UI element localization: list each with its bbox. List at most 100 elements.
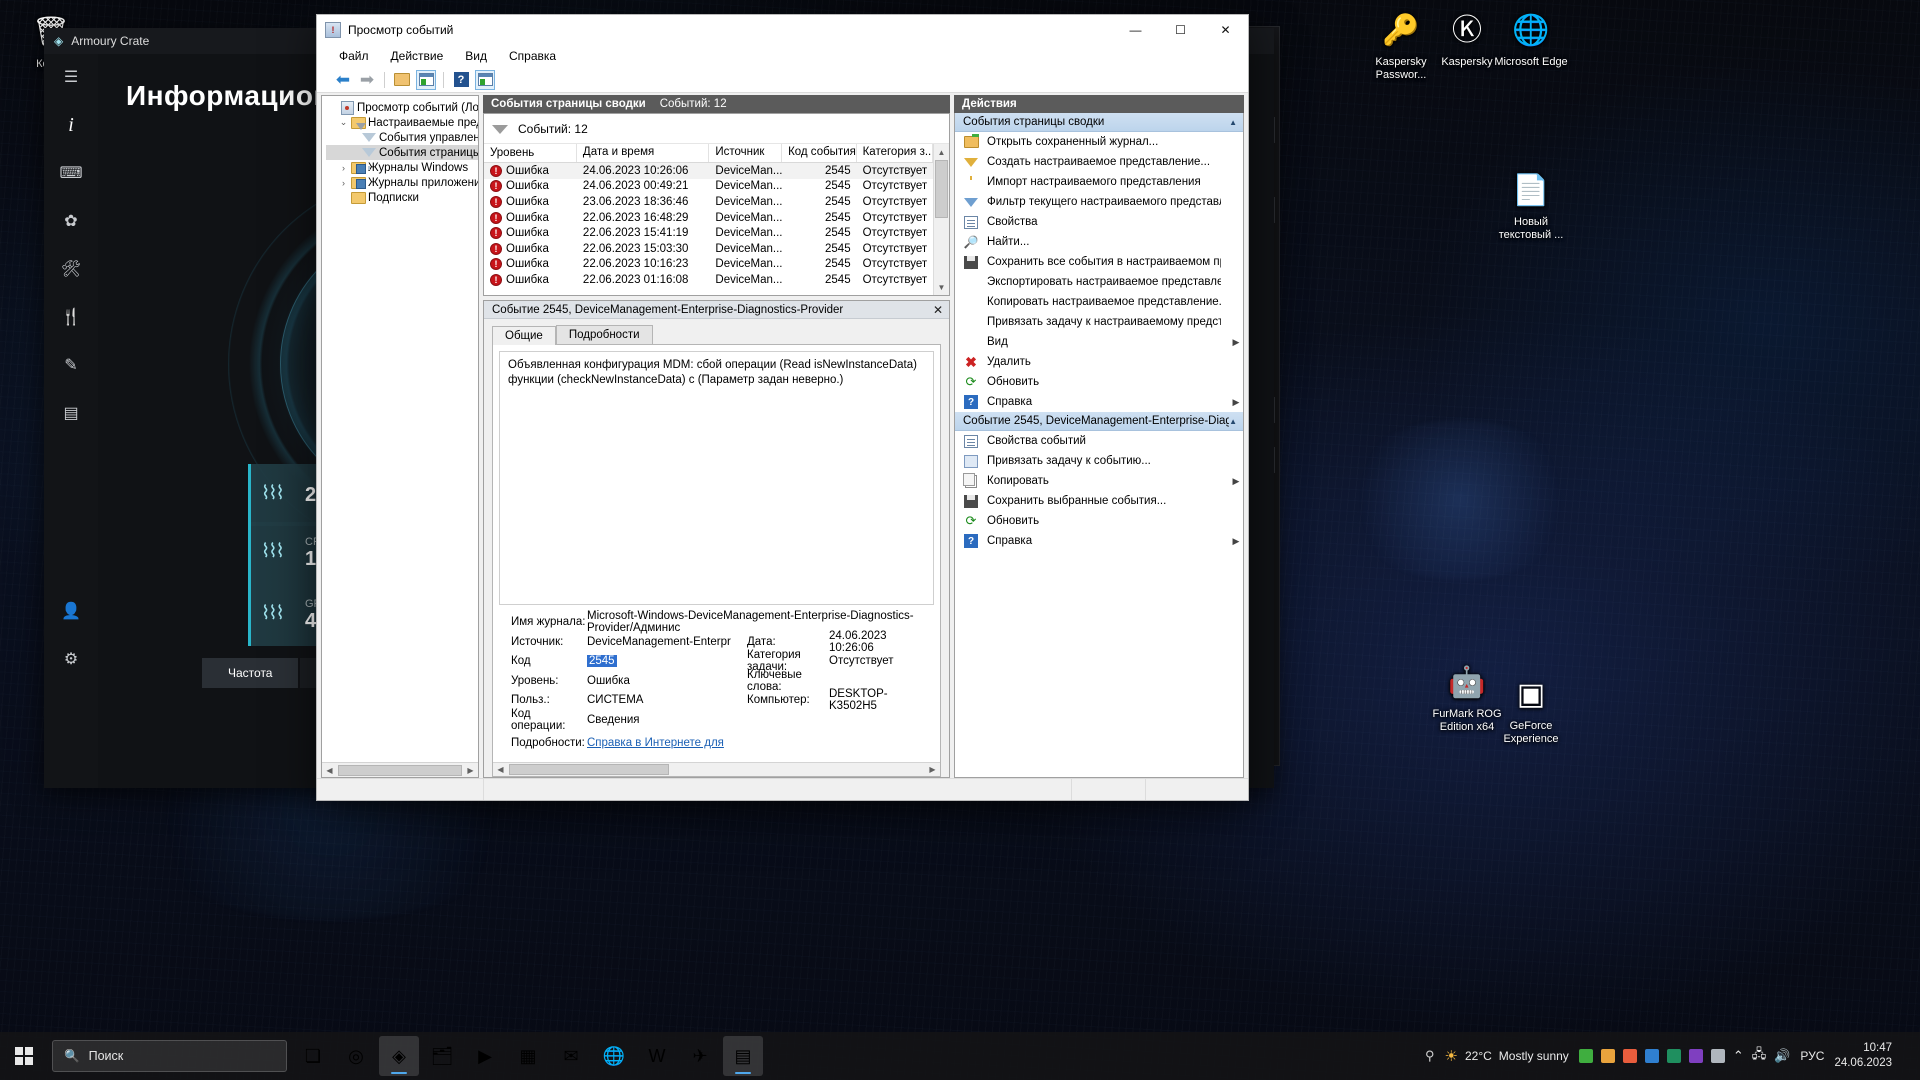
table-row[interactable]: ! Ошибка 22.06.2023 16:48:29 DeviceMan... 25… [484,210,933,226]
action-item-1-2[interactable]: Копировать ▶ [955,471,1243,491]
submenu-arrow-icon[interactable]: ▶ [1229,536,1243,547]
action-item-0-4[interactable]: Свойства [955,212,1243,232]
table-row[interactable]: ! Ошибка 22.06.2023 15:41:19 DeviceMan... 25… [484,225,933,241]
tree-node-5[interactable]: › Журналы приложений и сл [326,175,478,190]
desktop-icon-new-text-document[interactable]: 📄 Новый текстовый ... [1488,168,1574,242]
action-item-0-8[interactable]: Копировать настраиваемое представление..… [955,292,1243,312]
close-icon[interactable]: ✕ [933,303,943,317]
maximize-button[interactable]: ☐ [1158,15,1203,45]
event-grid[interactable]: Уровень Дата и время Источник Код событи… [484,144,949,295]
tab-frequency[interactable]: Частота [202,658,299,688]
brush-icon[interactable]: ✎ [56,352,86,378]
submenu-arrow-icon[interactable]: ▶ [1229,337,1243,348]
k2-icon[interactable] [1688,1049,1703,1063]
chevron-right-icon[interactable]: › [337,163,350,173]
table-row[interactable]: ! Ошибка 24.06.2023 00:49:21 DeviceMan... 25… [484,179,933,195]
action-item-1-1[interactable]: Привязать задачу к событию... [955,451,1243,471]
column-header-datetime[interactable]: Дата и время [577,144,710,162]
taskbar-app-buttons[interactable]: ❏ ◎ ◈ 🗂 ▶ ▦ ✉ 🌐 W ✈ ▤ [293,1036,763,1076]
action-item-0-13[interactable]: ? Справка ▶ [955,392,1243,412]
tree-node-0[interactable]: Просмотр событий (Локальн [326,100,478,115]
gear-icon[interactable]: ⚙ [56,646,86,672]
scroll-right-arrow-icon[interactable]: ▶ [463,766,478,775]
console-tree-pane[interactable]: Просмотр событий (Локальн ⌄ Настраиваемые … [321,95,479,778]
network-icon[interactable]: 🖧 [1752,1045,1767,1067]
tab-general[interactable]: Общие [492,326,556,345]
column-header-source[interactable]: Источник [709,144,783,162]
help-icon[interactable]: ? [451,70,471,90]
tree-node-1[interactable]: ⌄ Настраиваемые представле [326,115,478,130]
start-button[interactable] [0,1047,48,1065]
action-item-0-1[interactable]: Создать настраиваемое представление... [955,152,1243,180]
search-box[interactable]: 🔍 Поиск [52,1040,287,1072]
taskbar-armoury-crate[interactable]: ◈ [379,1036,419,1076]
k-icon[interactable] [1666,1049,1681,1063]
tree-node-3[interactable]: События страницы сво [326,145,478,170]
table-row[interactable]: ! Ошибка 22.06.2023 01:16:08 DeviceMan... 25… [484,272,933,288]
system-tray[interactable]: ⚲ ☀ 22°C Mostly sunny ⌃ 🖧 🔊 РУС 10:47 24… [1425,1039,1920,1073]
scroll-thumb[interactable] [935,160,948,218]
column-header-level[interactable]: Уровень [484,144,577,162]
user-icon[interactable]: 👤 [56,598,86,624]
keyboard-icon[interactable]: ⌨ [56,160,86,186]
scroll-down-arrow-icon[interactable]: ▼ [934,279,949,295]
taskbar[interactable]: 🔍 Поиск ❏ ◎ ◈ 🗂 ▶ ▦ ✉ 🌐 W ✈ ▤ ⚲ ☀ 22°C Mostly sunn… [0,1032,1920,1080]
taskbar-media-player[interactable]: ▶ [465,1036,505,1076]
chevron-up-icon[interactable]: ▲ [1229,118,1237,127]
action-item-0-2[interactable]: Импорт настраиваемого представления [955,172,1243,192]
tools-icon[interactable]: 🛠 [56,256,86,282]
taskbar-telegram[interactable]: ✈ [680,1036,720,1076]
minimize-button[interactable]: — [1113,15,1158,45]
menu-action[interactable]: Действие [391,49,444,63]
scroll-thumb[interactable] [338,764,462,776]
scroll-right-arrow-icon[interactable]: ▶ [925,765,940,774]
action-item-0-12[interactable]: ⟳ Обновить [955,372,1243,392]
show-hide-action-pane-icon[interactable] [475,69,495,90]
menu-icon[interactable]: ☰ [56,64,86,90]
actions-list[interactable]: События страницы сводки ▲ Открыть сохранен… [954,113,1244,778]
taskbar-cortana[interactable]: ◎ [336,1036,376,1076]
action-item-0-9[interactable]: Привязать задачу к настраиваемому предст… [955,312,1243,332]
utilities-icon[interactable]: 🍴 [56,304,86,330]
online-help-link[interactable]: Справка в Интернете для [587,737,932,749]
onedrive-icon[interactable] [1644,1049,1659,1063]
fan-icon[interactable]: ✿ [56,208,86,234]
action-item-1-4[interactable]: ⟳ Обновить [955,511,1243,531]
table-row[interactable]: ! Ошибка 24.06.2023 10:26:06 DeviceMan... 25… [484,163,933,179]
clock-time[interactable]: 10:47 [1834,1041,1892,1056]
action-item-1-0[interactable]: Свойства событий [955,431,1243,451]
volume-icon[interactable]: 🔊 [1774,1048,1790,1064]
chevron-up-icon[interactable]: ▲ [1229,417,1237,426]
back-arrow-icon[interactable]: ⬅ [333,70,353,90]
menu-view[interactable]: Вид [465,49,487,63]
taskbar-task-view[interactable]: ❏ [293,1036,333,1076]
tree-node-2[interactable]: События управления [326,130,478,155]
taskbar-store[interactable]: ▦ [508,1036,548,1076]
menu-bar[interactable]: Файл Действие Вид Справка [317,45,1248,67]
scroll-left-arrow-icon[interactable]: ◀ [322,766,337,775]
clock-date[interactable]: 24.06.2023 [1834,1056,1892,1071]
shield-icon[interactable] [1578,1049,1593,1063]
display-icon[interactable] [1710,1049,1725,1063]
desktop-icon-microsoft-edge[interactable]: 🌐 Microsoft Edge [1488,8,1574,69]
taskbar-wikipedia[interactable]: W [637,1036,677,1076]
tree-horizontal-scrollbar[interactable]: ◀ ▶ [322,762,478,777]
event-grid-header[interactable]: Уровень Дата и время Источник Код событи… [484,144,933,163]
event-list-box[interactable]: Событий: 12 Уровень Дата и время Источни… [483,113,950,296]
open-folder-icon[interactable] [392,70,412,90]
show-desktop-button[interactable] [1902,1039,1910,1073]
column-header-category[interactable]: Категория з... [857,144,933,162]
column-header-event-id[interactable]: Код события [782,144,857,162]
table-row[interactable]: ! Ошибка 23.06.2023 18:36:46 DeviceMan... 25… [484,194,933,210]
weather-widget[interactable]: ☀ 22°C Mostly sunny [1445,1047,1569,1065]
taskbar-event-viewer[interactable]: ▤ [723,1036,763,1076]
submenu-arrow-icon[interactable]: ▶ [1229,397,1243,408]
widget-pin-icon[interactable]: ⚲ [1425,1048,1435,1064]
chevron-right-icon[interactable]: › [337,178,350,188]
event-viewer-titlebar[interactable]: ! Просмотр событий — ☐ ✕ [317,15,1248,45]
scroll-track[interactable] [934,160,949,279]
info-icon[interactable]: i [56,112,86,138]
chevron-up-icon[interactable]: ⌃ [1733,1048,1744,1064]
taskbar-mail[interactable]: ✉ [551,1036,591,1076]
tree-node-6[interactable]: Подписки [326,190,478,205]
